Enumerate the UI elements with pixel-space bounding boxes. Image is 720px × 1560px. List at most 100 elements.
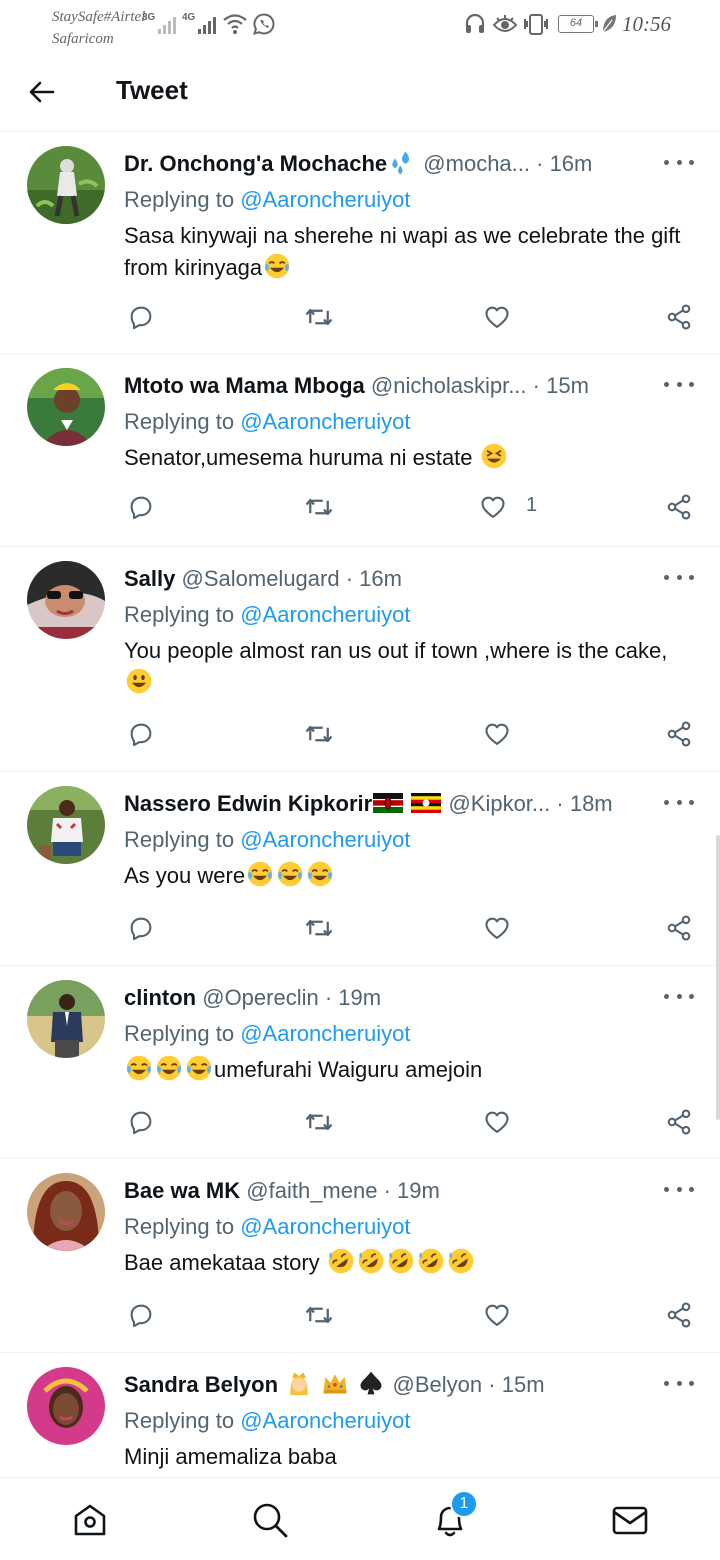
user-handle[interactable]: @faith_mene [246,1178,377,1203]
display-name[interactable]: clinton [124,985,196,1010]
timestamp[interactable]: · 16m [346,566,402,591]
reply-button[interactable] [124,1298,158,1332]
reply-button[interactable] [124,911,158,945]
tweet-text-content: You people almost ran us out if town ,wh… [124,638,668,663]
avatar[interactable] [27,146,105,224]
more-options-icon[interactable] [664,370,694,398]
display-name[interactable]: Sally [124,566,175,591]
timestamp[interactable]: · 15m [488,1372,544,1397]
princess-emoji [290,1372,308,1396]
face-with-tears-of-joy-emoji [185,1054,213,1082]
signal-icon: 4G [182,12,217,34]
more-options-icon[interactable] [664,563,694,591]
tweet-reply[interactable]: Mtoto wa Mama Mboga @nicholaskipr... · 1… [0,354,720,547]
share-button[interactable] [662,490,696,524]
avatar[interactable] [27,1173,105,1251]
user-handle[interactable]: @nicholaskipr... [371,373,527,398]
reply-button[interactable] [124,717,158,751]
like-button[interactable] [480,300,514,334]
like-button[interactable] [480,911,514,945]
tweet-reply[interactable]: Sandra Belyon @Belyon · 15m Replying to … [0,1353,720,1477]
nav-messages-button[interactable] [610,1500,650,1540]
scrollbar[interactable] [716,835,720,1120]
replying-to: Replying to @Aaroncheruiyot [124,599,411,631]
search-icon [253,1503,288,1538]
tweet-actions [124,1105,700,1139]
display-name[interactable]: Sandra Belyon [124,1372,278,1397]
mention-link[interactable]: @Aaroncheruiyot [240,1214,410,1239]
face-with-tears-of-joy-emoji [306,860,334,888]
timestamp[interactable]: · 16m [536,151,592,176]
user-handle[interactable]: @Opereclin [202,985,319,1010]
retweet-button[interactable] [302,911,336,945]
tweet-reply[interactable]: Sally @Salomelugard · 16m Replying to @A… [0,547,720,772]
more-options-icon[interactable] [664,1369,694,1397]
retweet-button[interactable] [302,300,336,334]
like-button[interactable] [476,490,510,524]
mention-link[interactable]: @Aaroncheruiyot [240,1021,410,1046]
display-name[interactable]: Bae wa MK [124,1178,240,1203]
tweet-reply[interactable]: clinton @Opereclin · 19m Replying to @Aa… [0,966,720,1159]
replies-feed[interactable]: Dr. Onchong'a Mochache @mocha... · 16m R… [0,132,720,1477]
mention-link[interactable]: @Aaroncheruiyot [240,602,410,627]
face-with-tears-of-joy-emoji [246,860,274,888]
share-button[interactable] [662,911,696,945]
avatar[interactable] [27,1367,105,1445]
more-options-icon[interactable] [664,788,694,816]
retweet-button[interactable] [302,717,336,751]
retweet-button[interactable] [302,490,336,524]
share-button[interactable] [662,717,696,751]
user-handle[interactable]: @mocha... [423,151,530,176]
signal-icon: 3G [142,12,177,34]
reply-button[interactable] [124,490,158,524]
tweet-reply[interactable]: Bae wa MK @faith_mene · 19m Replying to … [0,1159,720,1353]
timestamp[interactable]: · 19m [384,1178,440,1203]
tweet-text-content: As you were [124,863,246,888]
avatar[interactable] [27,368,105,446]
share-button[interactable] [662,300,696,334]
avatar[interactable] [27,786,105,864]
retweet-icon [304,719,334,749]
display-name[interactable]: Dr. Onchong'a Mochache [124,151,387,176]
mention-link[interactable]: @Aaroncheruiyot [240,409,410,434]
timestamp[interactable]: · 19m [325,985,381,1010]
nav-search-button[interactable] [250,1500,290,1540]
more-options-icon[interactable] [664,982,694,1010]
tweet-reply[interactable]: Dr. Onchong'a Mochache @mocha... · 16m R… [0,132,720,354]
timestamp[interactable]: · 18m [556,791,612,816]
more-options-icon[interactable] [664,1175,694,1203]
like-button[interactable] [480,1298,514,1332]
mention-link[interactable]: @Aaroncheruiyot [240,1408,410,1433]
timestamp[interactable]: · 15m [533,373,589,398]
reply-button[interactable] [124,1105,158,1139]
user-handle[interactable]: @Salomelugard [182,566,340,591]
retweet-button[interactable] [302,1105,336,1139]
like-button[interactable] [480,717,514,751]
more-options-icon[interactable] [664,148,694,176]
share-button[interactable] [662,1298,696,1332]
user-handle[interactable]: @Kipkor... [448,791,550,816]
avatar[interactable] [27,561,105,639]
reply-icon [127,493,155,521]
mention-link[interactable]: @Aaroncheruiyot [240,827,410,852]
nav-home-button[interactable] [70,1500,110,1540]
carrier-1: StaySafe#Airtel [52,9,146,25]
retweet-icon [304,1107,334,1137]
heart-icon [483,914,511,942]
mention-link[interactable]: @Aaroncheruiyot [240,187,410,212]
tweet-reply[interactable]: Nassero Edwin Kipkorir @Kipkor... · 18m … [0,772,720,966]
avatar[interactable] [27,980,105,1058]
user-handle[interactable]: @Belyon [393,1372,483,1397]
like-button[interactable] [480,1105,514,1139]
replying-to: Replying to @Aaroncheruiyot [124,824,411,856]
reply-button[interactable] [124,300,158,334]
back-arrow-icon[interactable] [28,78,56,106]
retweet-button[interactable] [302,1298,336,1332]
tweet-header: Nassero Edwin Kipkorir @Kipkor... · 18m [124,788,654,820]
replying-to-label: Replying to [124,827,235,852]
share-button[interactable] [662,1105,696,1139]
tweet-header: Dr. Onchong'a Mochache @mocha... · 16m [124,148,654,180]
tweet-actions [124,911,700,945]
display-name[interactable]: Mtoto wa Mama Mboga [124,373,365,398]
display-name[interactable]: Nassero Edwin Kipkorir [124,791,372,816]
